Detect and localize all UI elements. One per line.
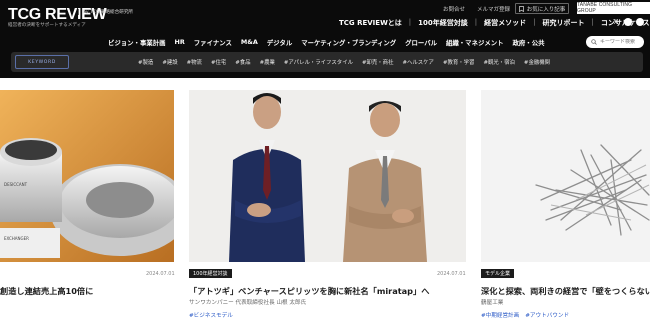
article-date: 2024.07.01 <box>146 271 175 277</box>
svg-text:DESICCANT: DESICCANT <box>4 182 28 187</box>
article-card[interactable]: 100年経営対談 2024.07.01 「アトツギ」ベンチャースピリッツを胸に新… <box>189 0 466 329</box>
nav-separator: | <box>474 18 478 26</box>
article-subtitle: 鶴屋工業 <box>481 300 504 306</box>
article-image[interactable] <box>481 90 650 262</box>
article-tag[interactable]: #ビジネスモデル <box>189 311 233 319</box>
article-tags: #中期経営計画 #アウトバウンド <box>481 311 569 319</box>
article-tag[interactable]: #中期経営計画 <box>481 311 519 319</box>
article-card[interactable]: DESICCANT EXCHANGER 2024.07.01 創造し連結売上高1… <box>0 0 175 329</box>
article-title[interactable]: 創造し連結売上高10倍に <box>0 285 93 297</box>
article-image[interactable] <box>189 90 466 262</box>
category-badge[interactable]: モデル企業 <box>481 269 515 278</box>
article-subtitle: サンワカンパニー 代表取締役社長 山根 太郎氏 <box>189 300 307 306</box>
svg-text:EXCHANGER: EXCHANGER <box>4 236 29 241</box>
article-card[interactable]: モデル企業 深化と探索、両利きの経営で「壁をつくらない」未 鶴屋工業 #中期経営… <box>481 0 650 329</box>
article-tag[interactable]: #アウトバウンド <box>525 311 569 319</box>
article-date: 2024.07.01 <box>437 271 466 277</box>
steel-fibers-photo <box>481 90 650 262</box>
article-title[interactable]: 「アトツギ」ベンチャースピリッツを胸に新社名「miratap」へ <box>189 285 429 297</box>
interview-photo <box>189 90 466 262</box>
article-image[interactable]: DESICCANT EXCHANGER <box>0 90 174 262</box>
category-hr[interactable]: HR <box>175 38 185 47</box>
category-badge[interactable]: 100年経営対談 <box>189 269 232 278</box>
product-photo: DESICCANT EXCHANGER <box>0 90 174 262</box>
article-title[interactable]: 深化と探索、両利きの経営で「壁をつくらない」未 <box>481 285 650 297</box>
